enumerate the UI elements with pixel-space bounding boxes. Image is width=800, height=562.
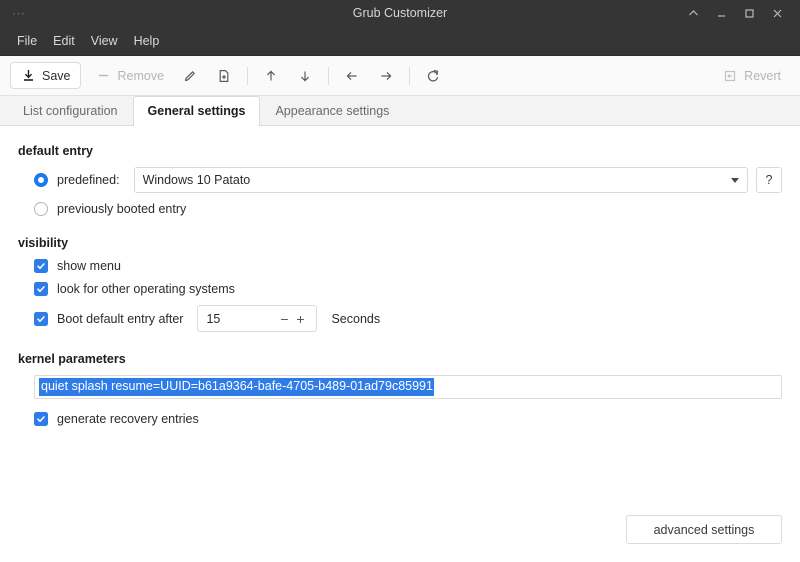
checkbox-generate-recovery-entries[interactable] bbox=[34, 412, 48, 426]
kernel-parameters-input[interactable]: quiet splash resume=UUID=b61a9364-bafe-4… bbox=[34, 375, 782, 399]
chevron-up-icon[interactable] bbox=[680, 3, 706, 25]
kernel-parameters-value: quiet splash resume=UUID=b61a9364-bafe-4… bbox=[39, 377, 434, 397]
toolbar-separator bbox=[328, 66, 330, 85]
predefined-row: predefined: Windows 10 Patato ? bbox=[18, 167, 782, 193]
checkbox-look-for-other-operating-systems[interactable] bbox=[34, 282, 48, 296]
toolbar: Save Remove Revert bbox=[0, 56, 800, 96]
tab-bar: List configuration General settings Appe… bbox=[0, 96, 800, 126]
general-settings-panel: default entry predefined: Windows 10 Pat… bbox=[0, 126, 800, 562]
kernel-parameters-group: kernel parameters quiet splash resume=UU… bbox=[18, 352, 782, 426]
default-entry-help-button[interactable]: ? bbox=[756, 167, 782, 193]
refresh-icon bbox=[425, 68, 441, 84]
default-entry-combobox-value: Windows 10 Patato bbox=[142, 173, 251, 187]
remove-button[interactable]: Remove bbox=[87, 63, 174, 88]
look-other-os-row: look for other operating systems bbox=[18, 282, 782, 296]
radio-predefined-label: predefined: bbox=[57, 173, 120, 187]
save-button-label: Save bbox=[42, 68, 71, 83]
close-icon[interactable] bbox=[764, 3, 790, 25]
menu-bar: File Edit View Help bbox=[0, 27, 800, 56]
revert-button-label: Revert bbox=[744, 68, 781, 83]
show-menu-row: show menu bbox=[18, 259, 782, 273]
new-entry-button[interactable] bbox=[207, 63, 241, 88]
remove-button-label: Remove bbox=[117, 68, 165, 83]
window-controls bbox=[680, 3, 800, 25]
arrow-down-icon bbox=[297, 68, 313, 84]
checkbox-look-for-other-operating-systems-label: look for other operating systems bbox=[57, 282, 235, 296]
menu-item-view[interactable]: View bbox=[84, 32, 125, 51]
toolbar-separator bbox=[409, 66, 411, 85]
kernel-parameters-title: kernel parameters bbox=[18, 352, 126, 366]
timeout-spinner-value[interactable]: 15 bbox=[206, 312, 276, 326]
boot-timeout-row: Boot default entry after 15 − + Seconds bbox=[18, 305, 782, 332]
default-entry-title: default entry bbox=[18, 144, 94, 158]
chevron-down-icon bbox=[731, 177, 739, 183]
tab-list-configuration[interactable]: List configuration bbox=[8, 96, 133, 126]
arrow-up-icon bbox=[263, 68, 279, 84]
menu-item-file[interactable]: File bbox=[10, 32, 44, 51]
checkbox-show-menu-label: show menu bbox=[57, 259, 121, 273]
default-entry-combobox[interactable]: Windows 10 Patato bbox=[133, 167, 748, 193]
arrow-left-icon bbox=[344, 68, 360, 84]
new-document-icon bbox=[216, 68, 232, 84]
timeout-decrement-button[interactable]: − bbox=[276, 312, 292, 326]
revert-button[interactable]: Revert bbox=[713, 63, 790, 88]
move-down-button[interactable] bbox=[288, 63, 322, 88]
move-up-button[interactable] bbox=[254, 63, 288, 88]
minus-icon bbox=[96, 68, 112, 84]
toolbar-separator bbox=[247, 66, 249, 85]
footer-actions: advanced settings bbox=[626, 515, 782, 544]
menu-item-help[interactable]: Help bbox=[127, 32, 167, 51]
radio-predefined[interactable] bbox=[34, 173, 48, 187]
maximize-icon[interactable] bbox=[736, 3, 762, 25]
advanced-settings-button[interactable]: advanced settings bbox=[626, 515, 782, 544]
visibility-group: visibility show menu look for other oper… bbox=[18, 236, 782, 332]
arrow-right-icon bbox=[378, 68, 394, 84]
pencil-icon bbox=[182, 68, 198, 84]
timeout-increment-button[interactable]: + bbox=[292, 312, 308, 326]
radio-previously-booted[interactable] bbox=[34, 202, 48, 216]
title-bar: ⋯ Grub Customizer bbox=[0, 0, 800, 27]
default-entry-group: default entry predefined: Windows 10 Pat… bbox=[18, 144, 782, 216]
visibility-title: visibility bbox=[18, 236, 69, 250]
app-window: ⋯ Grub Customizer File Edit View Help Sa… bbox=[0, 0, 800, 562]
checkbox-boot-default-entry-after-label: Boot default entry after bbox=[57, 311, 184, 326]
tab-appearance-settings[interactable]: Appearance settings bbox=[260, 96, 404, 126]
edit-button[interactable] bbox=[173, 63, 207, 88]
checkbox-boot-default-entry-after[interactable] bbox=[34, 311, 48, 326]
move-right-button[interactable] bbox=[369, 63, 403, 88]
save-download-icon bbox=[20, 68, 36, 84]
timeout-unit-label: Seconds bbox=[331, 311, 381, 326]
reload-button[interactable] bbox=[416, 63, 450, 88]
save-button[interactable]: Save bbox=[10, 62, 81, 89]
recovery-entries-row: generate recovery entries bbox=[18, 412, 782, 426]
checkbox-show-menu[interactable] bbox=[34, 259, 48, 273]
move-left-button[interactable] bbox=[335, 63, 369, 88]
timeout-spinner[interactable]: 15 − + bbox=[197, 305, 318, 332]
checkbox-generate-recovery-entries-label: generate recovery entries bbox=[57, 412, 199, 426]
app-menu-dots-icon[interactable]: ⋯ bbox=[0, 7, 26, 20]
minimize-icon[interactable] bbox=[708, 3, 734, 25]
revert-icon bbox=[722, 68, 738, 84]
previously-booted-row: previously booted entry bbox=[18, 202, 782, 216]
tab-general-settings[interactable]: General settings bbox=[132, 96, 261, 126]
menu-item-edit[interactable]: Edit bbox=[46, 32, 82, 51]
radio-previously-booted-label: previously booted entry bbox=[57, 202, 187, 216]
